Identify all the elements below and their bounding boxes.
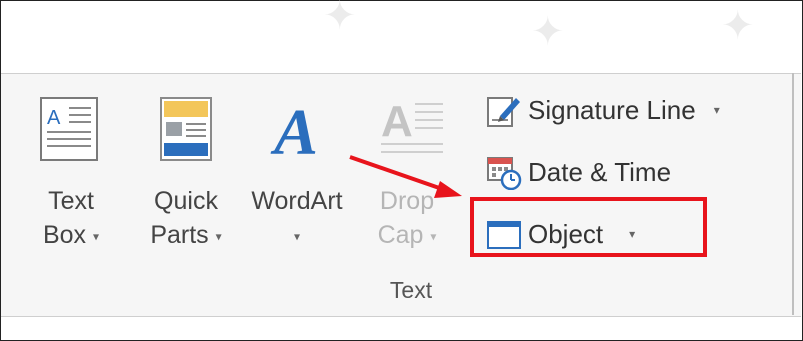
annotation-arrow <box>349 155 462 198</box>
object-highlight-box <box>470 197 707 257</box>
